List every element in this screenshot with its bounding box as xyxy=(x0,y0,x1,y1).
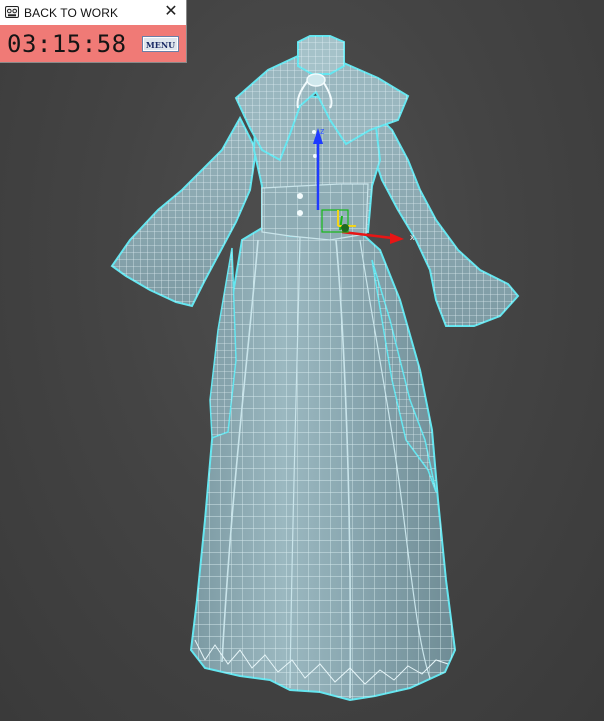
3d-viewport[interactable]: z x xyxy=(0,0,604,721)
timer-titlebar[interactable]: BACK TO WORK ✕ xyxy=(0,0,186,25)
close-button[interactable]: ✕ xyxy=(160,2,182,23)
menu-button[interactable]: MENU xyxy=(142,36,179,52)
countdown-display: 03:15:58 xyxy=(7,30,127,58)
gizmo-x-label: x xyxy=(410,232,415,242)
dress-mesh[interactable] xyxy=(110,35,520,702)
skirt-mesh xyxy=(189,226,457,702)
left-sleeve-mesh xyxy=(110,115,258,308)
timer-title: BACK TO WORK xyxy=(24,6,119,20)
timer-body: 03:15:58 MENU xyxy=(0,25,186,62)
timer-widget[interactable]: BACK TO WORK ✕ 03:15:58 MENU xyxy=(0,0,186,62)
cassette-icon xyxy=(5,6,19,18)
gizmo-z-label: z xyxy=(320,126,325,136)
